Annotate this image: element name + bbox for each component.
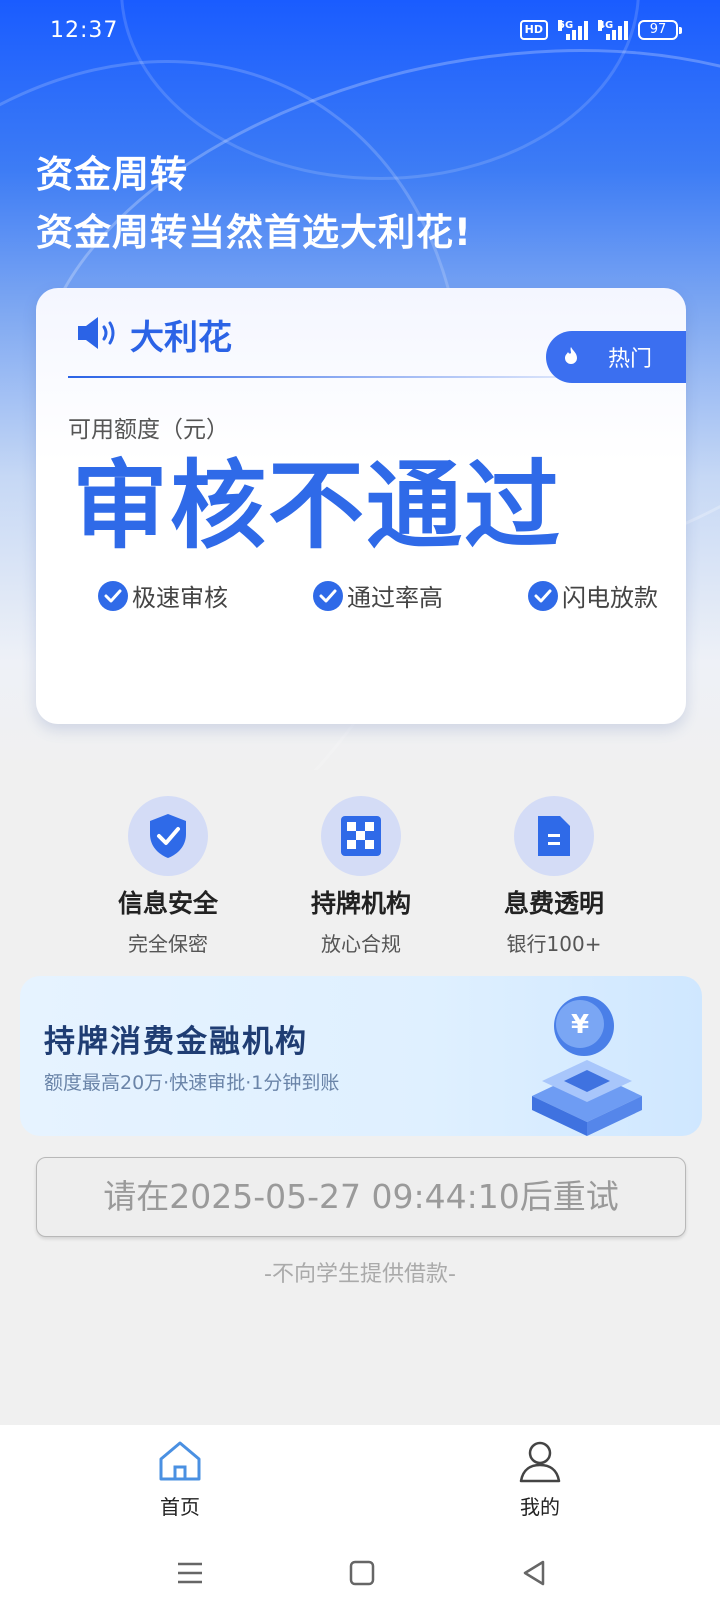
coin-stack-icon: ¥ [532, 996, 642, 1136]
review-status: 审核不通过 [72, 450, 562, 562]
status-bar: 12:37 HD 5G 4G 97 [0, 0, 720, 66]
trust-subtitle: 放心合规 [321, 932, 401, 956]
coin-symbol: ¥ [571, 1010, 589, 1040]
home-nav-button[interactable] [342, 1555, 382, 1591]
promo-banner[interactable]: 持牌消费金融机构 额度最高20万·快速审批·1分钟到账 ¥ [20, 976, 702, 1136]
headline-line2: 资金周转当然首选大利花! [36, 211, 472, 254]
document-icon [514, 796, 594, 876]
disclaimer: -不向学生提供借款- [264, 1262, 456, 1287]
back-icon [523, 1560, 545, 1586]
trust-subtitle: 银行100+ [506, 932, 602, 956]
check-icon [528, 580, 558, 611]
menu-icon [178, 1562, 202, 1584]
signal-4g-icon: 4G [598, 20, 628, 40]
feature-label: 通过率高 [347, 584, 443, 612]
feature-label: 闪电放款 [562, 584, 658, 612]
check-icon [98, 580, 128, 611]
headline-line1: 资金周转 [36, 153, 188, 196]
brand-name: 大利花 [130, 318, 232, 358]
feature-list: 极速审核 通过率高 闪电放款 [98, 578, 658, 613]
speaker-icon [74, 313, 122, 357]
square-icon [349, 1560, 375, 1586]
quota-card[interactable]: 大利花 热门 可用额度（元） 审核不通过 极速审核 通过率高 闪电放款 [36, 288, 686, 724]
status-icons: HD 5G 4G 97 [519, 20, 682, 40]
feature-item: 闪电放款 [528, 578, 658, 613]
shield-icon [128, 796, 208, 876]
card-brand: 大利花 [74, 310, 232, 359]
status-time: 12:37 [50, 18, 119, 43]
retry-button[interactable]: 请在2025-05-27 09:44:10后重试 [36, 1157, 686, 1237]
trust-title: 信息安全 [117, 889, 218, 918]
checkerboard-icon [321, 796, 401, 876]
hot-tag: 热门 [546, 331, 686, 383]
hot-label: 热门 [608, 347, 653, 372]
bottom-tab-bar: 首页 我的 [0, 1425, 720, 1535]
tab-home[interactable]: 首页 [110, 1439, 250, 1520]
headline: 资金周转 资金周转当然首选大利花! [36, 146, 472, 262]
home-icon [159, 1441, 201, 1481]
hd-icon: HD [519, 20, 548, 40]
trust-item-security: 信息安全 完全保密 [68, 796, 268, 957]
user-icon [519, 1441, 561, 1483]
feature-label: 极速审核 [132, 584, 228, 612]
menu-nav-button[interactable] [170, 1555, 210, 1591]
tab-label: 我的 [520, 1495, 560, 1519]
signal-5g-icon: 5G [558, 20, 588, 40]
check-icon [313, 580, 343, 611]
feature-item: 极速审核 [98, 578, 228, 613]
system-nav-bar [0, 1535, 720, 1612]
trust-subtitle: 完全保密 [128, 932, 208, 956]
banner-subtitle: 额度最高20万·快速审批·1分钟到账 [44, 1072, 340, 1094]
card-divider [68, 376, 588, 378]
back-nav-button[interactable] [514, 1555, 554, 1591]
feature-item: 通过率高 [313, 578, 443, 613]
trust-item-fees: 息费透明 银行100+ [454, 796, 654, 957]
trust-title: 持牌机构 [310, 889, 411, 918]
trust-item-license: 持牌机构 放心合规 [261, 796, 461, 957]
trust-title: 息费透明 [503, 889, 604, 918]
flame-icon [564, 345, 578, 370]
battery-icon: 97 [638, 20, 682, 40]
quota-label: 可用额度（元） [68, 417, 229, 443]
banner-title: 持牌消费金融机构 [44, 1024, 308, 1060]
tab-label: 首页 [160, 1495, 200, 1519]
tab-mine[interactable]: 我的 [470, 1439, 610, 1520]
